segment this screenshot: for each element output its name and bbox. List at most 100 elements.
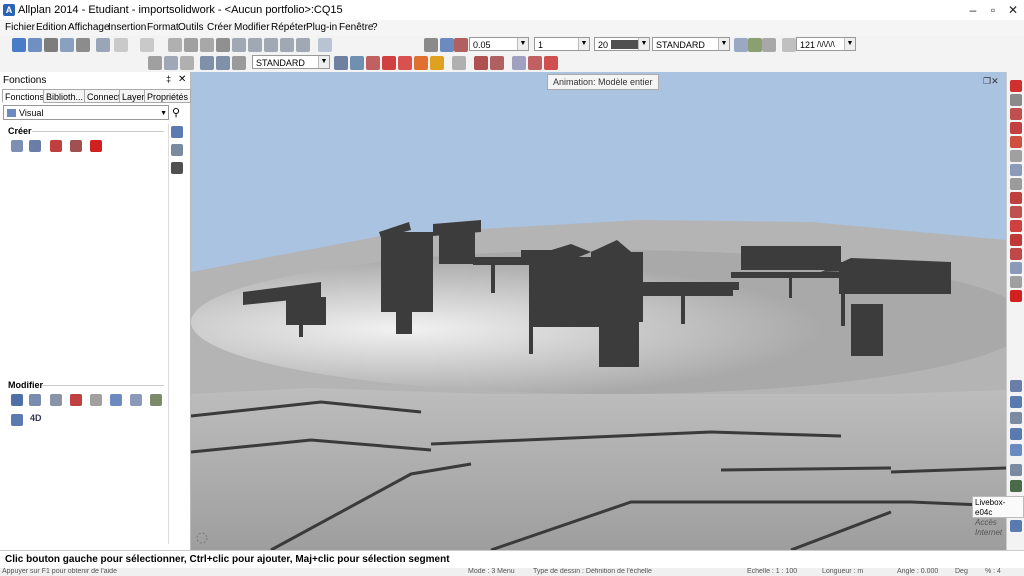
line-type-combo[interactable]: 1 ▼ (534, 37, 590, 51)
attributes-icon[interactable] (452, 56, 466, 70)
right-tool-8-icon[interactable] (1010, 178, 1022, 190)
cube-view-icon[interactable] (296, 38, 310, 52)
close-button[interactable]: ✕ (1004, 2, 1022, 18)
scale-icon[interactable] (782, 38, 796, 52)
menu-affichage[interactable]: Affichage (68, 22, 110, 33)
layer-set-icon[interactable] (350, 56, 364, 70)
snap-icon[interactable] (148, 56, 162, 70)
right-tool-2-icon[interactable] (1010, 94, 1022, 106)
menu-outils[interactable]: Outils (178, 22, 204, 33)
grid-icon[interactable] (164, 56, 178, 70)
right-tool-15-icon[interactable] (1010, 276, 1022, 288)
tab-bibliotheque[interactable]: Biblioth... (43, 89, 87, 103)
modify-9-icon[interactable] (11, 414, 23, 426)
window-3-icon[interactable] (264, 38, 278, 52)
modify-6-icon[interactable] (110, 394, 122, 406)
render-icon[interactable] (512, 56, 526, 70)
light-icon[interactable] (29, 140, 41, 152)
search-icon[interactable]: ⚲ (172, 106, 180, 119)
right-tool-7-icon[interactable] (1010, 164, 1022, 176)
layer-combo[interactable]: STANDARD ▼ (252, 55, 330, 69)
menu-edition[interactable]: Edition (36, 22, 67, 33)
menu-fichier[interactable]: Fichier (5, 22, 35, 33)
menu-format[interactable]: Format (147, 22, 179, 33)
line-color-icon[interactable] (454, 38, 468, 52)
model-2-icon[interactable] (490, 56, 504, 70)
pen-thickness-icon[interactable] (440, 38, 454, 52)
modify-7-icon[interactable] (130, 394, 142, 406)
length-info[interactable]: Longueur : m (822, 568, 863, 575)
modify-3-icon[interactable] (50, 394, 62, 406)
layer-modify-icon[interactable] (366, 56, 380, 70)
copy-icon[interactable] (184, 38, 198, 52)
right-tool-17-icon[interactable] (1010, 380, 1022, 392)
window-icon[interactable] (232, 38, 246, 52)
delete-icon[interactable] (216, 38, 230, 52)
right-tool-3-icon[interactable] (1010, 108, 1022, 120)
close-icon[interactable]: ✕ (178, 74, 186, 85)
right-tool-10-icon[interactable] (1010, 206, 1022, 218)
right-tool-9-icon[interactable] (1010, 192, 1022, 204)
right-tool-4-icon[interactable] (1010, 122, 1022, 134)
layer-show-icon[interactable] (398, 56, 412, 70)
undo-icon[interactable] (114, 38, 128, 52)
side-tool-3-icon[interactable] (171, 162, 183, 174)
pen-thickness-combo[interactable]: 0.05 ▼ (469, 37, 529, 51)
menu-fenetre[interactable]: Fenêtre (339, 22, 373, 33)
side-tool-1-icon[interactable] (171, 126, 183, 138)
right-tool-22-icon[interactable] (1010, 464, 1022, 476)
model-icon[interactable] (474, 56, 488, 70)
right-tool-6-icon[interactable] (1010, 150, 1022, 162)
save-icon[interactable] (44, 38, 58, 52)
point-icon[interactable] (216, 56, 230, 70)
coordinate-icon[interactable] (200, 56, 214, 70)
4d-label[interactable]: 4D (30, 413, 42, 423)
camera-path-icon[interactable] (11, 140, 23, 152)
scale-info[interactable]: Echelle : 1 : 100 (747, 568, 797, 575)
layer-lock-icon[interactable] (762, 38, 776, 52)
modify-4-icon[interactable] (70, 394, 82, 406)
right-tool-16-icon[interactable] (1010, 290, 1022, 302)
module-dropdown[interactable]: Visual ▼ (3, 105, 169, 120)
right-tool-18-icon[interactable] (1010, 396, 1022, 408)
clipboard-icon[interactable] (96, 38, 110, 52)
pin-icon[interactable]: ‡ (166, 74, 171, 84)
modify-1-icon[interactable] (11, 394, 23, 406)
deg-info[interactable]: Deg (955, 568, 968, 575)
cut-icon[interactable] (168, 38, 182, 52)
zoom-icon[interactable] (318, 38, 332, 52)
render-2-icon[interactable] (528, 56, 542, 70)
right-tool-1-icon[interactable] (1010, 80, 1022, 92)
new-file-icon[interactable] (12, 38, 26, 52)
color-combo[interactable]: 20 ▼ (594, 37, 650, 51)
layer-select-icon[interactable] (334, 56, 348, 70)
redo-icon[interactable] (140, 38, 154, 52)
open-file-icon[interactable] (28, 38, 42, 52)
viewport-window-controls[interactable]: ❐✕ (983, 76, 999, 87)
angle-info[interactable]: Angle : 0.000 (897, 568, 938, 575)
render-output-icon[interactable] (90, 140, 102, 152)
layer-thaw-icon[interactable] (430, 56, 444, 70)
layer-visibility-icon[interactable] (748, 38, 762, 52)
spot-light-icon[interactable] (50, 140, 62, 152)
menu-creer[interactable]: Créer (207, 22, 232, 33)
3d-viewport[interactable]: ❐✕ (191, 72, 1006, 550)
window-2-icon[interactable] (248, 38, 262, 52)
right-tool-14-icon[interactable] (1010, 262, 1022, 274)
modify-8-icon[interactable] (150, 394, 162, 406)
window-4-icon[interactable] (280, 38, 294, 52)
modify-2-icon[interactable] (29, 394, 41, 406)
format-combo[interactable]: STANDARD ▼ (652, 37, 730, 51)
layer-freeze-icon[interactable] (414, 56, 428, 70)
maximize-button[interactable]: ▫ (984, 2, 1002, 18)
menu-modifier[interactable]: Modifier (234, 22, 270, 33)
right-tool-12-icon[interactable] (1010, 234, 1022, 246)
tab-fonctions[interactable]: Fonctions (2, 89, 48, 103)
print-icon[interactable] (60, 38, 74, 52)
scale-combo[interactable]: 121 /\/\/\/\ ▼ (796, 37, 856, 51)
material-icon[interactable] (70, 140, 82, 152)
right-tool-13-icon[interactable] (1010, 248, 1022, 260)
right-tool-21-icon[interactable] (1010, 444, 1022, 456)
menu-insertion[interactable]: Insertion (108, 22, 146, 33)
layer-icon[interactable] (734, 38, 748, 52)
